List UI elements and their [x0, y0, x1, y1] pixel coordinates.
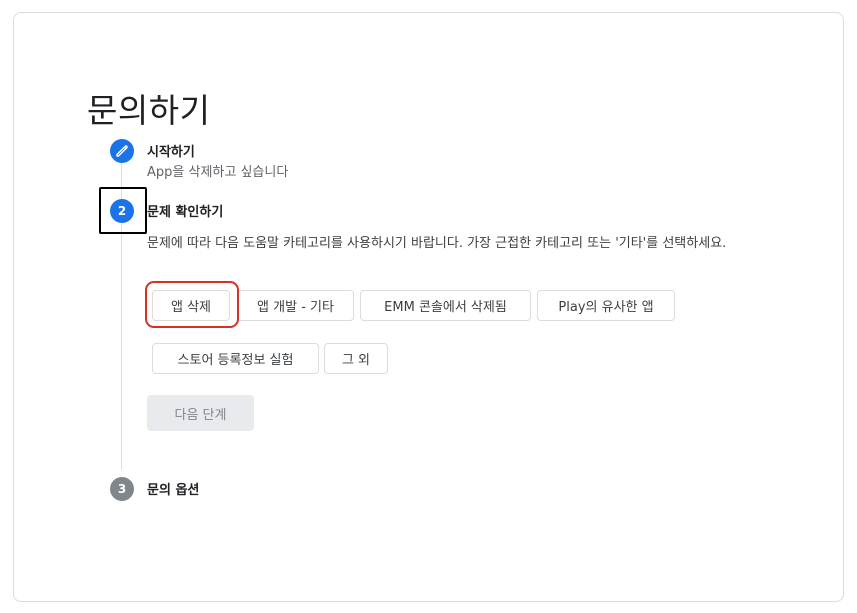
- step-3-number-badge: 3: [110, 477, 134, 501]
- category-chip-app-dev-other[interactable]: 앱 개발 - 기타: [237, 290, 354, 321]
- category-chip-store-experiment[interactable]: 스토어 등록정보 실험: [152, 343, 319, 374]
- step-1-subtitle: App을 삭제하고 싶습니다: [147, 165, 289, 180]
- page-title: 문의하기: [87, 91, 211, 130]
- next-step-button[interactable]: 다음 단계: [147, 395, 254, 431]
- step-1-pencil-icon: [110, 139, 134, 163]
- category-chip-emm-removed[interactable]: EMM 콘솔에서 삭제됨: [360, 290, 531, 321]
- category-chip-similar-app[interactable]: Play의 유사한 앱: [537, 290, 675, 321]
- step-2-number-badge: 2: [110, 199, 134, 223]
- category-chip-other[interactable]: 그 외: [324, 343, 388, 374]
- step-1-title[interactable]: 시작하기: [147, 141, 195, 160]
- selection-highlight-ring: [145, 281, 239, 328]
- step-3-title: 문의 옵션: [147, 483, 200, 498]
- step-2-title: 문제 확인하기: [147, 205, 224, 220]
- pencil-icon: [116, 145, 128, 157]
- step-2-description: 문제에 따라 다음 도움말 카테고리를 사용하시기 바랍니다. 가장 근접한 카…: [147, 236, 727, 251]
